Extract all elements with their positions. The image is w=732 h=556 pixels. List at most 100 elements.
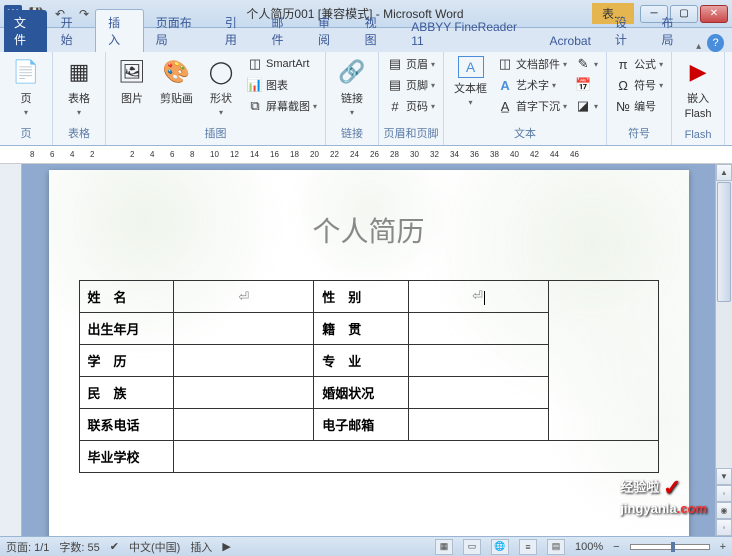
- number-button[interactable]: №编号: [611, 96, 667, 116]
- label: 嵌入: [687, 90, 709, 106]
- cell-major-label[interactable]: 专 业: [314, 345, 409, 377]
- screenshot-button[interactable]: ⧉屏幕截图▾: [243, 96, 321, 116]
- view-web-layout[interactable]: 🌐: [491, 539, 509, 555]
- scroll-track[interactable]: [716, 303, 732, 468]
- scroll-up-button[interactable]: ▲: [716, 164, 732, 181]
- prev-page-button[interactable]: ◦: [716, 485, 732, 502]
- cell-native-label[interactable]: 籍 贯: [314, 313, 409, 345]
- tab-abbyy[interactable]: ABBYY FineReader 11: [399, 16, 537, 52]
- cell-name-value[interactable]: ⏎: [174, 281, 314, 313]
- tab-design[interactable]: 设计: [603, 10, 650, 52]
- table-button[interactable]: ▦ 表格 ▾: [57, 54, 101, 119]
- zoom-in-button[interactable]: +: [720, 541, 726, 553]
- status-page[interactable]: 页面: 1/1: [6, 539, 49, 555]
- smartart-button[interactable]: ◫SmartArt: [243, 54, 321, 74]
- view-full-screen[interactable]: ▭: [463, 539, 481, 555]
- document-title[interactable]: 个人简历: [79, 210, 659, 250]
- zoom-level[interactable]: 100%: [575, 541, 603, 553]
- cell-name-label[interactable]: 姓 名: [79, 281, 174, 313]
- tab-acrobat[interactable]: Acrobat: [538, 30, 603, 52]
- scroll-thumb[interactable]: [717, 182, 731, 302]
- cell-nation-value[interactable]: [174, 377, 314, 409]
- hyperlink-button[interactable]: 🔗 链接 ▾: [330, 54, 374, 119]
- signature-icon: ✎: [575, 56, 591, 72]
- cell-email-value[interactable]: [409, 409, 549, 441]
- next-page-button[interactable]: ◦: [716, 519, 732, 536]
- textbox-button[interactable]: A 文本框 ▾: [448, 54, 493, 109]
- cell-edu-label[interactable]: 学 历: [79, 345, 174, 377]
- vertical-ruler[interactable]: [0, 164, 22, 536]
- cell-school-label[interactable]: 毕业学校: [79, 441, 174, 473]
- status-language[interactable]: 中文(中国): [129, 539, 180, 555]
- cell-photo[interactable]: [549, 281, 659, 441]
- status-insert-mode[interactable]: 插入: [190, 539, 212, 555]
- equation-button[interactable]: π公式▾: [611, 54, 667, 74]
- zoom-slider[interactable]: [630, 544, 710, 550]
- view-draft[interactable]: ▤: [547, 539, 565, 555]
- tab-file[interactable]: 文件: [4, 10, 47, 52]
- tab-review[interactable]: 审阅: [306, 10, 353, 52]
- vertical-scrollbar[interactable]: ▲ ▼ ◦ ◉ ◦: [715, 164, 732, 536]
- tab-table-layout[interactable]: 布局: [649, 10, 696, 52]
- cell-school-value[interactable]: [174, 441, 658, 473]
- object-button[interactable]: ◪▾: [571, 96, 602, 116]
- signature-button[interactable]: ✎▾: [571, 54, 602, 74]
- wordart-button[interactable]: A艺术字▾: [493, 75, 571, 95]
- cover-page-button[interactable]: 📄 页 ▾: [4, 54, 48, 119]
- picture-button[interactable]: 🖼 图片: [110, 54, 154, 108]
- shapes-button[interactable]: ◯ 形状 ▾: [199, 54, 243, 119]
- table-row[interactable]: 毕业学校: [79, 441, 658, 473]
- footer-button[interactable]: ▤页脚▾: [383, 75, 439, 95]
- help-button[interactable]: ?: [707, 34, 724, 52]
- tab-mailings[interactable]: 邮件: [259, 10, 306, 52]
- status-words[interactable]: 字数: 55: [59, 539, 99, 555]
- cell-birth-label[interactable]: 出生年月: [79, 313, 174, 345]
- dropcap-button[interactable]: A̲首字下沉▾: [493, 96, 571, 116]
- document-area: 个人简历 姓 名 ⏎ 性 别 ⏎ 出生年月 籍 贯 学 历: [0, 164, 732, 536]
- cell-marriage-value[interactable]: [409, 377, 549, 409]
- cell-marriage-label[interactable]: 婚姻状况: [314, 377, 409, 409]
- quickparts-button[interactable]: ◫文档部件▾: [493, 54, 571, 74]
- cell-email-label[interactable]: 电子邮箱: [314, 409, 409, 441]
- chevron-down-icon: ▾: [313, 102, 317, 111]
- status-macro-icon[interactable]: ▶: [222, 540, 230, 553]
- cell-major-value[interactable]: [409, 345, 549, 377]
- table-row[interactable]: 姓 名 ⏎ 性 别 ⏎: [79, 281, 658, 313]
- ribbon-minimize-icon[interactable]: ▴: [696, 41, 701, 52]
- page-number-button[interactable]: #页码▾: [383, 96, 439, 116]
- cell-nation-label[interactable]: 民 族: [79, 377, 174, 409]
- parts-icon: ◫: [497, 56, 513, 72]
- tab-page-layout[interactable]: 页面布局: [144, 10, 213, 52]
- browse-object-button[interactable]: ◉: [716, 502, 732, 519]
- chart-icon: 📊: [247, 77, 263, 93]
- cell-birth-value[interactable]: [174, 313, 314, 345]
- tab-insert[interactable]: 插入: [95, 9, 144, 52]
- cell-native-value[interactable]: [409, 313, 549, 345]
- view-outline[interactable]: ≡: [519, 539, 537, 555]
- zoom-out-button[interactable]: −: [613, 541, 619, 553]
- cell-phone-label[interactable]: 联系电话: [79, 409, 174, 441]
- tab-home[interactable]: 开始: [49, 10, 96, 52]
- document-page[interactable]: 个人简历 姓 名 ⏎ 性 别 ⏎ 出生年月 籍 贯 学 历: [49, 170, 689, 536]
- datetime-button[interactable]: 📅: [571, 75, 602, 95]
- cell-gender-label[interactable]: 性 别: [314, 281, 409, 313]
- clipart-button[interactable]: 🎨 剪贴画: [154, 54, 199, 108]
- group-symbols: π公式▾ Ω符号▾ №编号 符号: [607, 52, 672, 145]
- header-button[interactable]: ▤页眉▾: [383, 54, 439, 74]
- text-cursor: [484, 291, 485, 305]
- flash-button[interactable]: ▶ 嵌入 Flash: [676, 54, 720, 122]
- chart-button[interactable]: 📊图表: [243, 75, 321, 95]
- tab-view[interactable]: 视图: [353, 10, 400, 52]
- view-print-layout[interactable]: ▦: [435, 539, 453, 555]
- horizontal-ruler[interactable]: 8 6 4 2 2 4 6 8 10 12 14 16 18 20 22 24 …: [0, 146, 732, 164]
- document-viewport[interactable]: 个人简历 姓 名 ⏎ 性 别 ⏎ 出生年月 籍 贯 学 历: [22, 164, 715, 536]
- proofing-icon[interactable]: ✔: [110, 540, 119, 553]
- cell-gender-value[interactable]: ⏎: [409, 281, 549, 313]
- symbol-button[interactable]: Ω符号▾: [611, 75, 667, 95]
- tab-references[interactable]: 引用: [213, 10, 260, 52]
- close-button[interactable]: ✕: [700, 5, 728, 23]
- cell-edu-value[interactable]: [174, 345, 314, 377]
- scroll-down-button[interactable]: ▼: [716, 468, 732, 485]
- cell-phone-value[interactable]: [174, 409, 314, 441]
- resume-table[interactable]: 姓 名 ⏎ 性 别 ⏎ 出生年月 籍 贯 学 历 专 业: [79, 280, 659, 473]
